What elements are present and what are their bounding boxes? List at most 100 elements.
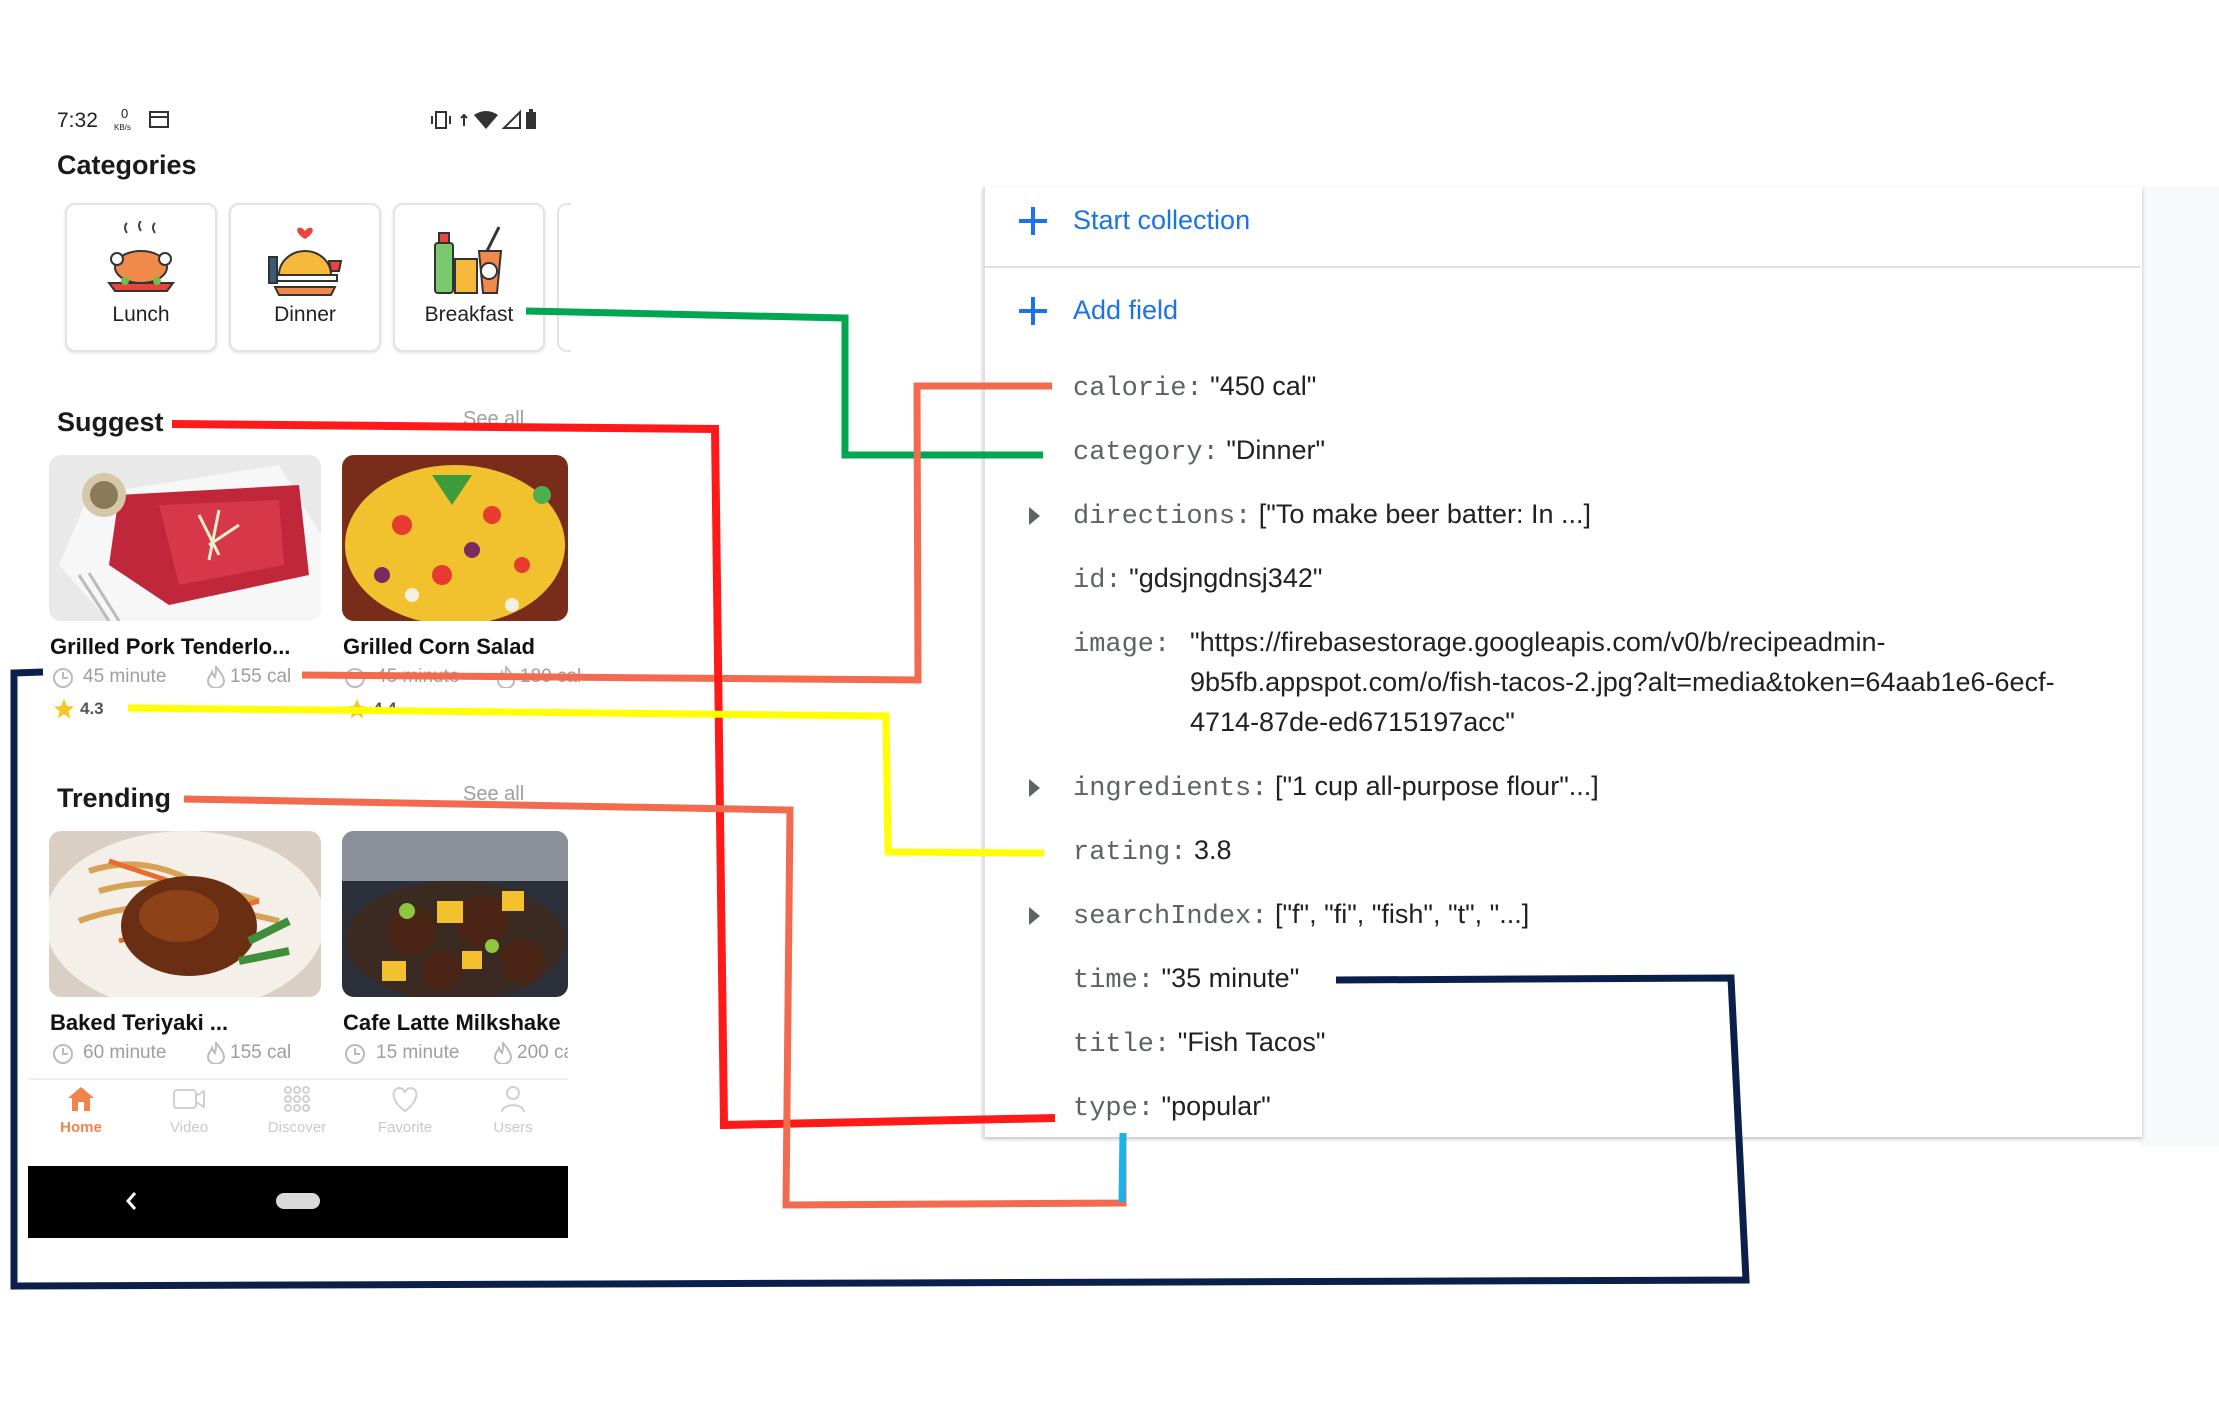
home-icon xyxy=(68,1087,94,1111)
clock-icon xyxy=(53,668,73,688)
trending-title: Trending xyxy=(57,783,171,813)
food-name[interactable]: Baked Teriyaki ... xyxy=(50,1010,228,1036)
suggest-title: Suggest xyxy=(57,407,164,437)
category-label-lunch: Lunch xyxy=(112,303,170,326)
flame-icon xyxy=(207,666,225,688)
nav-label: Favorite xyxy=(377,1119,433,1136)
field-key: time: xyxy=(1073,966,1155,996)
nav-discover[interactable]: Discover xyxy=(247,1085,347,1136)
flame-icon xyxy=(207,1042,225,1064)
expand-caret-icon[interactable] xyxy=(1029,907,1040,925)
food-name[interactable]: Grilled Corn Salad xyxy=(343,634,535,660)
nav-users[interactable]: Users xyxy=(463,1085,563,1136)
connector-type-stub xyxy=(1118,1132,1127,1203)
back-icon[interactable] xyxy=(124,1190,138,1212)
clock-icon xyxy=(345,668,365,688)
category-label-breakfast: Breakfast xyxy=(424,303,514,326)
flame-icon xyxy=(494,1042,512,1064)
field-image[interactable]: image: xyxy=(1073,627,1170,660)
grid-icon xyxy=(284,1086,310,1112)
field-value: "35 minute" xyxy=(1161,963,1300,993)
status-time: 7:32 xyxy=(57,109,98,132)
system-status-icons xyxy=(431,109,536,129)
nav-video[interactable]: Video xyxy=(139,1085,239,1136)
field-type[interactable]: type: "popular" xyxy=(1073,1091,1271,1124)
field-value: "gdsjngdnsj342" xyxy=(1129,563,1323,593)
field-key: type: xyxy=(1073,1094,1155,1124)
nav-favorite[interactable]: Favorite xyxy=(355,1085,455,1136)
rating-value: 4.4 xyxy=(373,699,397,718)
category-card-lunch[interactable]: Lunch xyxy=(65,203,217,352)
cook-time: 45 minute xyxy=(376,666,460,687)
field-calorie[interactable]: calorie: "450 cal" xyxy=(1073,371,1316,404)
network-speed-unit: KB/s xyxy=(114,123,131,132)
category-card-breakfast[interactable]: Breakfast xyxy=(393,203,545,352)
calories: 200 cal xyxy=(517,1042,568,1063)
field-time[interactable]: time: "35 minute" xyxy=(1073,963,1299,996)
video-icon xyxy=(173,1089,205,1109)
category-card-dinner[interactable]: Dinner xyxy=(229,203,381,352)
field-title[interactable]: title: "Fish Tacos" xyxy=(1073,1027,1325,1060)
field-key: id: xyxy=(1073,566,1122,596)
field-category[interactable]: category: "Dinner" xyxy=(1073,435,1325,468)
add-field-button[interactable]: Add field xyxy=(1073,295,1178,326)
expand-caret-icon[interactable] xyxy=(1029,779,1040,797)
field-value: ["f", "fi", "fish", "t", "...] xyxy=(1274,899,1530,929)
trending-see-all-link[interactable]: See all xyxy=(463,783,524,806)
category-card-partial[interactable] xyxy=(557,203,571,352)
roast-chicken-icon xyxy=(107,221,175,292)
suggest-see-all-link[interactable]: See all xyxy=(463,408,524,431)
field-value: "Dinner" xyxy=(1226,435,1326,465)
field-value: 3.8 xyxy=(1193,835,1232,865)
heart-icon xyxy=(392,1086,418,1113)
field-key: rating: xyxy=(1073,838,1187,868)
food-image-pork-carpaccio[interactable] xyxy=(49,455,321,621)
cook-time: 15 minute xyxy=(376,1042,460,1063)
field-rating[interactable]: rating: 3.8 xyxy=(1073,835,1231,868)
nav-label: Discover xyxy=(267,1119,327,1136)
plus-icon[interactable] xyxy=(1019,297,1047,325)
nav-label: Video xyxy=(169,1119,209,1136)
dinner-cloche-icon xyxy=(268,227,343,296)
rating-value: 4.3 xyxy=(80,699,104,718)
plus-icon[interactable] xyxy=(1019,207,1047,235)
food-image-teriyaki-chicken[interactable] xyxy=(49,831,321,997)
clock-icon xyxy=(345,1044,365,1064)
network-speed-value: 0 xyxy=(121,106,129,121)
start-collection-button[interactable]: Start collection xyxy=(1073,205,1250,236)
categories-title: Categories xyxy=(57,150,197,180)
food-image-meatballs[interactable] xyxy=(342,831,568,997)
field-directions[interactable]: directions: ["To make beer batter: In ..… xyxy=(1073,499,1591,532)
panel-side-gutter xyxy=(2140,187,2219,1147)
nav-home[interactable]: Home xyxy=(31,1085,131,1136)
field-key: image: xyxy=(1073,630,1171,660)
field-ingredients[interactable]: ingredients: ["1 cup all-purpose flour".… xyxy=(1073,771,1599,804)
field-value-line: 4714-87de-ed6715197acc" xyxy=(1190,707,1515,737)
category-label-dinner: Dinner xyxy=(274,303,336,326)
field-key: title: xyxy=(1073,1030,1171,1060)
field-key: category: xyxy=(1073,438,1219,468)
field-id[interactable]: id: "gdsjngdnsj342" xyxy=(1073,563,1322,596)
clock-icon xyxy=(53,1044,73,1064)
food-image-corn-salad[interactable] xyxy=(342,455,568,621)
star-icon xyxy=(347,699,367,719)
nav-label: Home xyxy=(60,1119,102,1136)
field-value: "450 cal" xyxy=(1210,371,1317,401)
field-value: ["To make beer batter: In ...] xyxy=(1258,499,1591,529)
panel-divider xyxy=(985,266,2140,268)
nav-label: Users xyxy=(493,1119,533,1136)
calories: 155 cal xyxy=(230,1042,292,1063)
calories: 180 cal xyxy=(520,666,582,687)
expand-caret-icon[interactable] xyxy=(1029,507,1040,525)
field-key: calorie: xyxy=(1073,374,1203,404)
home-pill[interactable] xyxy=(276,1193,320,1209)
food-name[interactable]: Cafe Latte Milkshake xyxy=(343,1010,568,1036)
cook-time: 60 minute xyxy=(83,1042,167,1063)
field-key: directions: xyxy=(1073,502,1252,532)
food-name[interactable]: Grilled Pork Tenderlo... xyxy=(50,634,290,660)
notification-icon xyxy=(149,111,169,128)
field-searchindex[interactable]: searchIndex: ["f", "fi", "fish", "t", ".… xyxy=(1073,899,1529,932)
bottom-nav-divider xyxy=(28,1078,568,1080)
field-key: searchIndex: xyxy=(1073,902,1268,932)
field-value-line: 9b5fb.appspot.com/o/fish-tacos-2.jpg?alt… xyxy=(1190,667,2055,697)
